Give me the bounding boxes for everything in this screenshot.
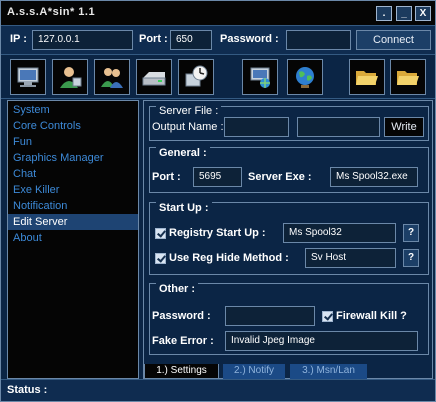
status-bar: Status : bbox=[1, 379, 435, 401]
globe-icon[interactable] bbox=[287, 59, 323, 95]
server-file-section: Server File : Output Name : Write bbox=[149, 105, 429, 141]
write-button[interactable]: Write bbox=[384, 117, 424, 137]
general-section: General : Port : 5695 Server Exe : Ms Sp… bbox=[149, 147, 429, 193]
payload-password-input[interactable] bbox=[225, 306, 315, 326]
reg-hide-label: Use Reg Hide Method : bbox=[169, 252, 289, 264]
sidebar-item-core-controls[interactable]: Core Controls bbox=[8, 118, 138, 134]
fake-error-label: Fake Error : bbox=[152, 335, 214, 347]
port-label: Port : bbox=[152, 171, 181, 183]
reg-hide-input[interactable]: Sv Host bbox=[305, 248, 396, 268]
sidebar-item-exe-killer[interactable]: Exe Killer bbox=[8, 182, 138, 198]
fake-error-input[interactable]: Invalid Jpeg Image bbox=[225, 331, 418, 351]
ip-input[interactable]: 127.0.0.1 bbox=[32, 30, 133, 50]
tab-settings[interactable]: 1.) Settings bbox=[144, 364, 219, 379]
status-label: Status : bbox=[7, 384, 48, 396]
registry-help-button[interactable]: ? bbox=[403, 224, 419, 242]
options-button[interactable]: . bbox=[376, 6, 392, 21]
general-title: General : bbox=[156, 147, 210, 159]
output-name-input[interactable] bbox=[224, 117, 289, 137]
sidebar-item-fun[interactable]: Fun bbox=[8, 134, 138, 150]
payload-password-label: Password : bbox=[152, 310, 211, 322]
tab-msn-lan[interactable]: 3.) Msn/Lan bbox=[290, 364, 367, 379]
other-section: Other : Password : Firewall Kill ? Fake … bbox=[149, 283, 429, 355]
sidebar-item-edit-server[interactable]: Edit Server bbox=[8, 214, 138, 230]
password-input[interactable] bbox=[286, 30, 351, 50]
close-button[interactable]: X bbox=[415, 6, 431, 21]
sidebar-item-graphics-manager[interactable]: Graphics Manager bbox=[8, 150, 138, 166]
sidebar: System Core Controls Fun Graphics Manage… bbox=[7, 100, 139, 379]
edit-server-panel: Server File : Output Name : Write Genera… bbox=[143, 100, 433, 379]
title-bar: A.s.s.A*sin* 1.1 . _ X bbox=[1, 1, 435, 25]
reg-hide-checkbox[interactable] bbox=[155, 253, 166, 264]
folder-open-icon[interactable] bbox=[349, 59, 385, 95]
clock-icon[interactable] bbox=[178, 59, 214, 95]
password-label: Password : bbox=[220, 33, 279, 45]
firewall-kill-label: Firewall Kill ? bbox=[336, 310, 407, 322]
toolbar bbox=[1, 55, 435, 99]
drive-icon[interactable] bbox=[136, 59, 172, 95]
user-icon[interactable] bbox=[52, 59, 88, 95]
startup-title: Start Up : bbox=[156, 202, 212, 214]
window-title: A.s.s.A*sin* 1.1 bbox=[7, 6, 96, 18]
registry-startup-checkbox[interactable] bbox=[155, 228, 166, 239]
tab-notify[interactable]: 2.) Notify bbox=[223, 364, 285, 379]
firewall-kill-checkbox[interactable] bbox=[322, 311, 333, 322]
sidebar-item-chat[interactable]: Chat bbox=[8, 166, 138, 182]
folder-open-icon[interactable] bbox=[390, 59, 426, 95]
sidebar-item-notification[interactable]: Notification bbox=[8, 198, 138, 214]
server-exe-label: Server Exe : bbox=[248, 171, 312, 183]
output-path-input[interactable] bbox=[297, 117, 380, 137]
minimize-button[interactable]: _ bbox=[396, 6, 412, 21]
users-icon[interactable] bbox=[94, 59, 130, 95]
network-icon[interactable] bbox=[242, 59, 278, 95]
server-port-input[interactable]: 5695 bbox=[193, 167, 242, 187]
sidebar-item-about[interactable]: About bbox=[8, 230, 138, 246]
reg-hide-help-button[interactable]: ? bbox=[403, 249, 419, 267]
port-label: Port : bbox=[139, 33, 168, 45]
output-name-label: Output Name : bbox=[152, 121, 224, 133]
registry-startup-input[interactable]: Ms Spool32 bbox=[283, 223, 396, 243]
other-title: Other : bbox=[156, 283, 199, 295]
server-file-title: Server File : bbox=[156, 105, 222, 117]
sidebar-item-system[interactable]: System bbox=[8, 102, 138, 118]
app-window: A.s.s.A*sin* 1.1 . _ X IP : 127.0.0.1 Po… bbox=[0, 0, 436, 402]
server-exe-input[interactable]: Ms Spool32.exe bbox=[330, 167, 418, 187]
connect-button[interactable]: Connect bbox=[356, 30, 431, 50]
connection-bar: IP : 127.0.0.1 Port : 650 Password : Con… bbox=[1, 25, 435, 55]
registry-startup-label: Registry Start Up : bbox=[169, 227, 266, 239]
computer-icon[interactable] bbox=[10, 59, 46, 95]
startup-section: Start Up : Registry Start Up : Ms Spool3… bbox=[149, 202, 429, 275]
ip-label: IP : bbox=[10, 33, 27, 45]
port-input[interactable]: 650 bbox=[170, 30, 212, 50]
